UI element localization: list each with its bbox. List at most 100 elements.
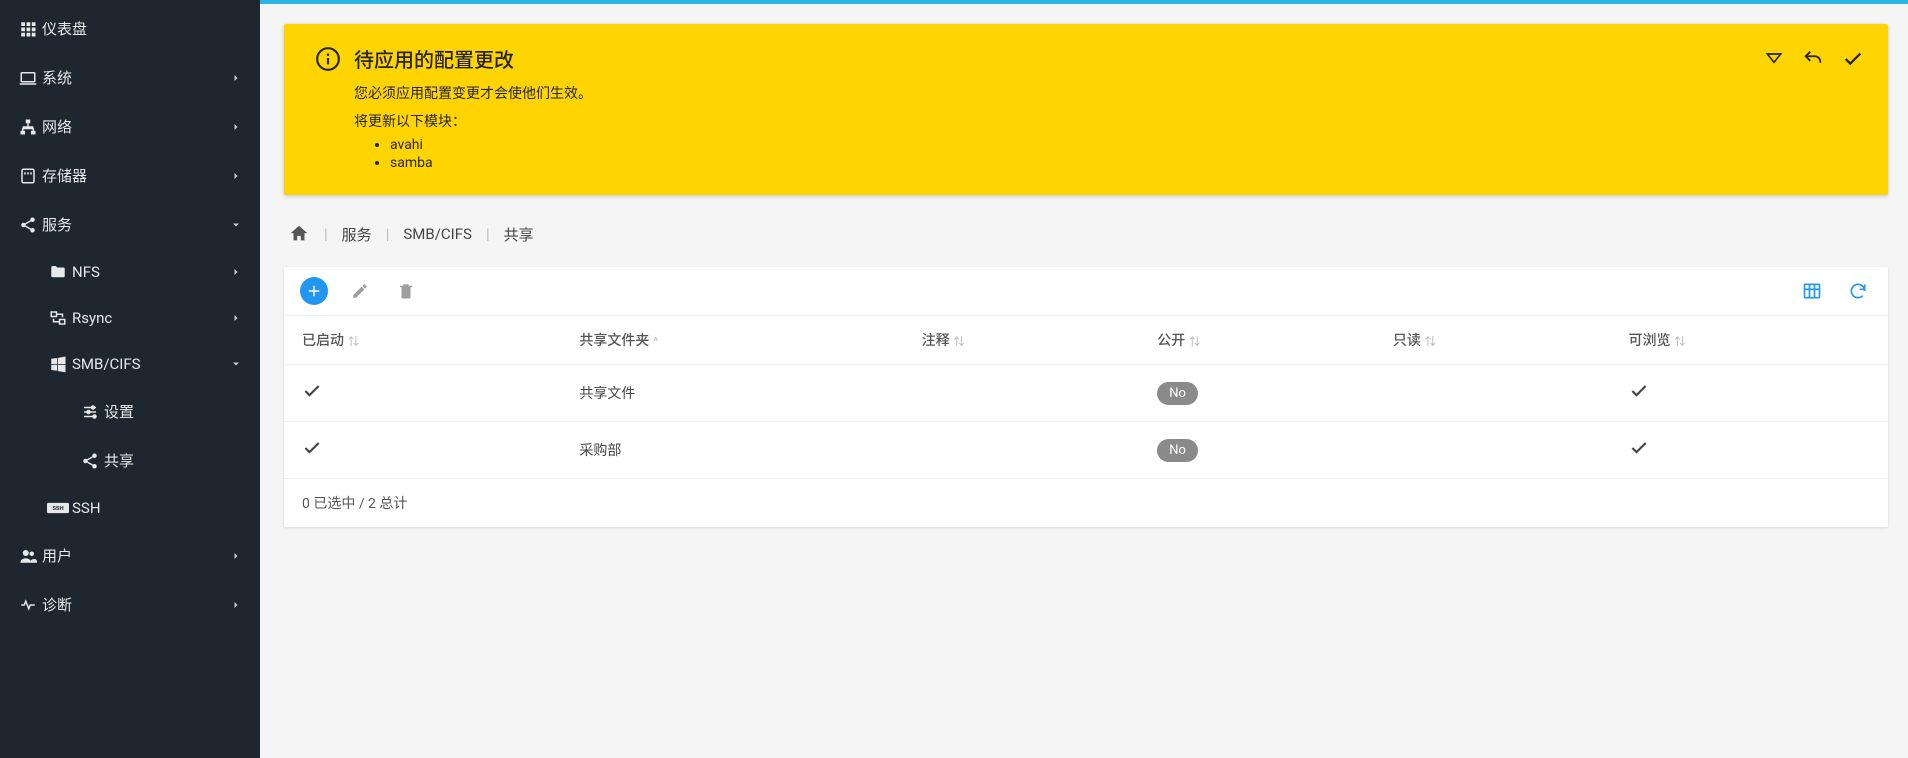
check-icon xyxy=(1629,438,1649,458)
sidebar-item-storage[interactable]: 存储器 xyxy=(0,151,260,200)
breadcrumb-item-services[interactable]: 服务 xyxy=(342,224,372,245)
breadcrumb-separator: | xyxy=(486,225,490,243)
chevron-right-icon xyxy=(226,550,246,562)
ssh-icon: SSH xyxy=(44,501,72,515)
sidebar-item-system[interactable]: 系统 xyxy=(0,53,260,102)
check-icon xyxy=(302,438,322,458)
apps-icon xyxy=(14,20,42,38)
check-icon xyxy=(302,381,322,401)
sidebar-item-ssh[interactable]: SSH SSH xyxy=(0,485,260,531)
cell-readonly xyxy=(1375,365,1611,422)
info-icon xyxy=(308,44,348,72)
main: 待应用的配置更改 您必须应用配置变更才会使他们生效。 将更新以下模块： avah… xyxy=(260,0,1908,758)
delete-button[interactable] xyxy=(392,277,420,305)
breadcrumb-item-smb[interactable]: SMB/CIFS xyxy=(403,225,472,243)
sidebar-item-label: SMB/CIFS xyxy=(72,355,226,373)
cell-public: No xyxy=(1139,365,1375,422)
alert-title: 待应用的配置更改 xyxy=(354,44,1764,73)
alert-module-item: samba xyxy=(390,155,1764,171)
alert-undo-button[interactable] xyxy=(1802,48,1824,70)
chevron-right-icon xyxy=(226,170,246,182)
alert-subtitle: 将更新以下模块： xyxy=(354,111,1764,131)
check-icon xyxy=(1629,381,1649,401)
sidebar-item-label: 设置 xyxy=(104,401,246,422)
table-footer: 0 已选中 / 2 总计 xyxy=(284,479,1888,527)
col-readonly[interactable]: 只读⇅ xyxy=(1375,316,1611,365)
sidebar-item-label: NFS xyxy=(72,263,226,281)
sidebar-item-smb[interactable]: SMB/CIFS xyxy=(0,341,260,387)
chevron-right-icon xyxy=(226,266,246,278)
sidebar-item-network[interactable]: 网络 xyxy=(0,102,260,151)
laptop-icon xyxy=(14,69,42,87)
folder-icon xyxy=(44,263,72,281)
sidebar-item-label: Rsync xyxy=(72,309,226,327)
home-icon[interactable] xyxy=(288,223,310,245)
public-no-badge: No xyxy=(1157,382,1198,405)
svg-text:SSH: SSH xyxy=(52,506,63,512)
add-button[interactable] xyxy=(300,277,328,305)
cell-readonly xyxy=(1375,422,1611,479)
share-icon xyxy=(76,452,104,470)
sidebar: 仪表盘 系统 网络 存储器 xyxy=(0,0,260,758)
cell-enabled xyxy=(284,365,561,422)
shares-table: 已启动⇅ 共享文件夹^ 注释⇅ 公开⇅ 只读⇅ 可浏览⇅ 共享文件No采购部 No xyxy=(284,316,1888,479)
sync-icon xyxy=(44,309,72,327)
breadcrumb-separator: | xyxy=(324,225,328,243)
cell-comment xyxy=(904,422,1140,479)
sidebar-item-rsync[interactable]: Rsync xyxy=(0,295,260,341)
breadcrumb-separator: | xyxy=(386,225,390,243)
alert-module-list: avahi samba xyxy=(390,137,1764,171)
cell-enabled xyxy=(284,422,561,479)
sidebar-item-label: 诊断 xyxy=(42,594,226,615)
chevron-right-icon xyxy=(226,599,246,611)
sidebar-item-label: 系统 xyxy=(42,67,226,88)
edit-button[interactable] xyxy=(346,277,374,305)
lan-icon xyxy=(14,118,42,136)
col-enabled[interactable]: 已启动⇅ xyxy=(284,316,561,365)
chevron-down-icon xyxy=(226,358,246,370)
tune-icon xyxy=(76,403,104,421)
table-row[interactable]: 采购部 No xyxy=(284,422,1888,479)
sidebar-item-label: SSH xyxy=(72,499,246,517)
breadcrumb-item-shares[interactable]: 共享 xyxy=(504,224,534,245)
chevron-right-icon xyxy=(226,312,246,324)
sidebar-item-label: 存储器 xyxy=(42,165,226,186)
col-comment[interactable]: 注释⇅ xyxy=(904,316,1140,365)
sidebar-item-label: 网络 xyxy=(42,116,226,137)
sidebar-item-label: 服务 xyxy=(42,214,226,235)
pending-changes-alert: 待应用的配置更改 您必须应用配置变更才会使他们生效。 将更新以下模块： avah… xyxy=(284,24,1888,195)
col-public[interactable]: 公开⇅ xyxy=(1139,316,1375,365)
col-folder[interactable]: 共享文件夹^ xyxy=(561,316,903,365)
sidebar-item-services[interactable]: 服务 xyxy=(0,200,260,249)
cell-comment xyxy=(904,365,1140,422)
cell-browseable xyxy=(1611,365,1888,422)
alert-apply-button[interactable] xyxy=(1842,48,1864,70)
sidebar-item-settings[interactable]: 设置 xyxy=(0,387,260,436)
columns-button[interactable] xyxy=(1798,277,1826,305)
table-row[interactable]: 共享文件No xyxy=(284,365,1888,422)
cell-folder: 采购部 xyxy=(561,422,903,479)
cell-browseable xyxy=(1611,422,1888,479)
alert-module-item: avahi xyxy=(390,137,1764,153)
sd-card-icon xyxy=(14,167,42,185)
public-no-badge: No xyxy=(1157,439,1198,462)
refresh-button[interactable] xyxy=(1844,277,1872,305)
sidebar-item-nfs[interactable]: NFS xyxy=(0,249,260,295)
sidebar-item-users[interactable]: 用户 xyxy=(0,531,260,580)
sidebar-item-diagnostics[interactable]: 诊断 xyxy=(0,580,260,629)
sidebar-item-shares[interactable]: 共享 xyxy=(0,436,260,485)
sidebar-item-label: 共享 xyxy=(104,450,246,471)
heart-icon xyxy=(14,596,42,614)
share-icon xyxy=(14,216,42,234)
alert-desc: 您必须应用配置变更才会使他们生效。 xyxy=(354,83,1764,103)
alert-expand-button[interactable] xyxy=(1764,49,1784,69)
chevron-right-icon xyxy=(226,72,246,84)
sidebar-item-label: 用户 xyxy=(42,545,226,566)
breadcrumb: | 服务 | SMB/CIFS | 共享 xyxy=(288,223,1888,245)
people-icon xyxy=(14,547,42,565)
chevron-down-icon xyxy=(226,219,246,231)
col-browseable[interactable]: 可浏览⇅ xyxy=(1611,316,1888,365)
shares-card: 已启动⇅ 共享文件夹^ 注释⇅ 公开⇅ 只读⇅ 可浏览⇅ 共享文件No采购部 No… xyxy=(284,267,1888,527)
sidebar-item-dashboard[interactable]: 仪表盘 xyxy=(0,4,260,53)
cell-public: No xyxy=(1139,422,1375,479)
